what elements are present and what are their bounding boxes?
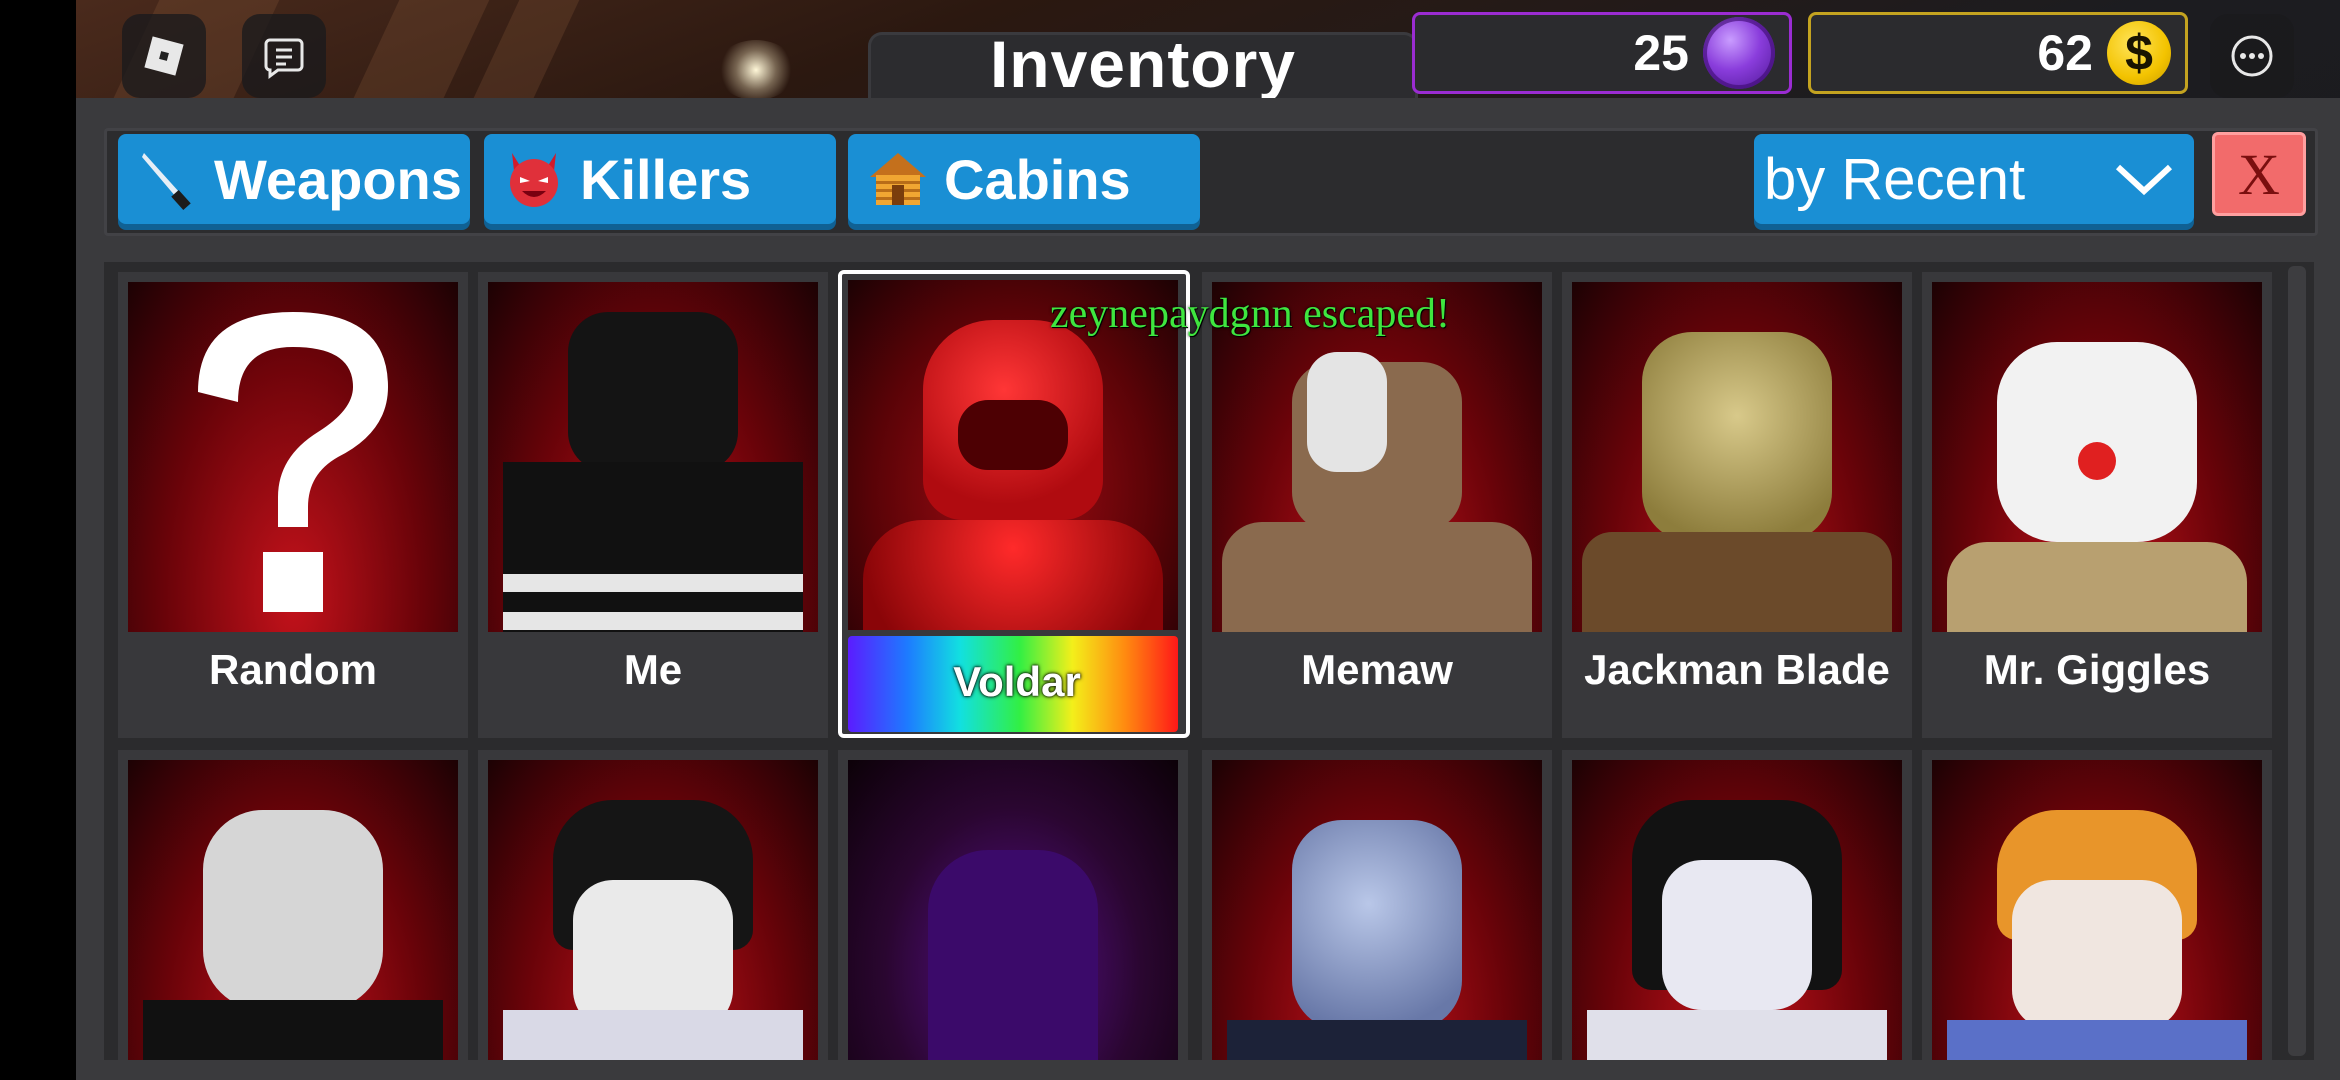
- devil-icon: [510, 153, 558, 207]
- item-card-doll[interactable]: [1922, 750, 2272, 1060]
- escape-notification: zeynepaydgnn escaped!: [1050, 291, 1450, 337]
- item-name: Memaw: [1301, 646, 1453, 693]
- item-name: Jackman Blade: [1584, 646, 1890, 693]
- chat-icon: [264, 38, 304, 79]
- tab-weapons-label: Weapons: [214, 147, 462, 211]
- coins-counter: 62 $: [1808, 12, 2188, 94]
- coins-amount: 62: [2037, 25, 2093, 81]
- doll-portrait: [1932, 760, 2262, 1060]
- tab-cabins[interactable]: Cabins: [848, 134, 1200, 224]
- sort-dropdown-label: by Recent: [1764, 146, 2026, 212]
- item-card-mr-giggles[interactable]: Mr. Giggles: [1922, 272, 2272, 738]
- more-options-button[interactable]: [2210, 14, 2294, 98]
- item-name: Random: [209, 646, 377, 693]
- tab-killers[interactable]: Killers: [484, 134, 836, 224]
- coin-icon: $: [2107, 21, 2171, 85]
- question-mark-icon: [198, 312, 388, 612]
- tab-killers-label: Killers: [580, 147, 752, 211]
- knife-icon: [142, 153, 191, 211]
- roblox-menu-button[interactable]: [122, 14, 206, 98]
- item-name: Mr. Giggles: [1983, 646, 2211, 693]
- pale-girl-portrait: [1572, 760, 1902, 1060]
- item-card-voldar[interactable]: Voldar: [838, 270, 1190, 738]
- item-card-memaw[interactable]: Memaw: [1202, 272, 1552, 738]
- close-button[interactable]: X: [2212, 132, 2306, 216]
- shadow-figure-portrait: [848, 760, 1178, 1060]
- item-card-me[interactable]: Me: [478, 272, 828, 738]
- me-portrait: [488, 282, 818, 632]
- cabin-icon: [870, 153, 926, 205]
- page-title: Inventory: [989, 27, 1297, 101]
- gems-amount: 25: [1633, 25, 1689, 81]
- masked-killer-portrait: [1212, 760, 1542, 1060]
- item-card-pale-girl[interactable]: [1562, 750, 1912, 1060]
- item-name: Voldar: [953, 658, 1081, 705]
- item-card-random[interactable]: Random: [118, 272, 468, 738]
- gem-icon: [1703, 17, 1775, 89]
- tab-cabins-label: Cabins: [944, 147, 1131, 211]
- more-icon: [2231, 35, 2273, 77]
- jackman-blade-portrait: [1572, 282, 1902, 632]
- roblox-logo-icon: [144, 36, 184, 76]
- smiling-killer-portrait: [488, 760, 818, 1060]
- item-card-masked-killer[interactable]: [1202, 750, 1552, 1060]
- item-card-faceless[interactable]: [118, 750, 468, 1060]
- item-card-jackman-blade[interactable]: Jackman Blade: [1562, 272, 1912, 738]
- sort-dropdown[interactable]: by Recent: [1754, 134, 2194, 224]
- random-portrait: [128, 282, 458, 632]
- item-card-smiling-killer[interactable]: [478, 750, 828, 1060]
- grid-scrollbar[interactable]: [2288, 266, 2306, 1056]
- chat-button[interactable]: [242, 14, 326, 98]
- gems-counter: 25: [1412, 12, 1792, 94]
- mr-giggles-portrait: [1932, 282, 2262, 632]
- item-card-shadow-figure[interactable]: [838, 750, 1188, 1060]
- item-name: Me: [623, 646, 683, 693]
- chevron-down-icon: [2115, 164, 2173, 196]
- tab-weapons[interactable]: Weapons: [118, 134, 470, 224]
- faceless-portrait: [128, 760, 458, 1060]
